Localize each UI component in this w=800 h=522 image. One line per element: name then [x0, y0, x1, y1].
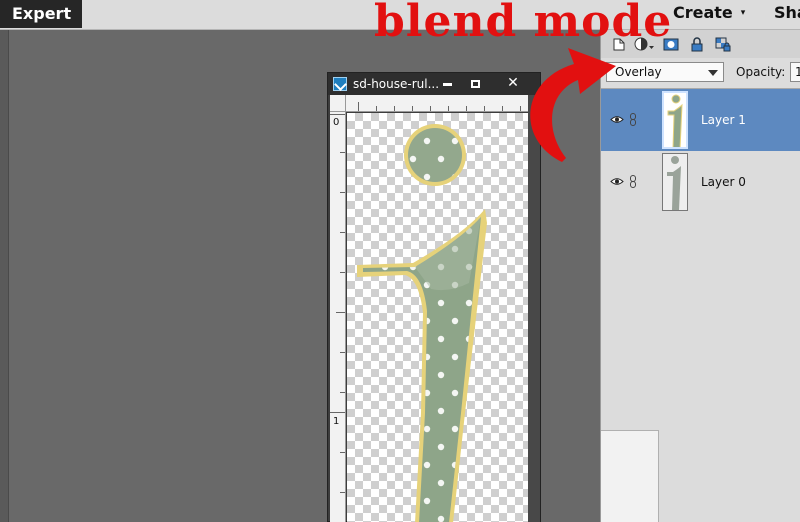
opacity-label: Opacity:: [736, 65, 786, 79]
panel-lower-area: [601, 430, 659, 522]
horizontal-ruler[interactable]: [346, 95, 528, 112]
layer-name: Layer 1: [701, 113, 746, 127]
eye-icon[interactable]: [610, 177, 624, 186]
opacity-input[interactable]: 100%: [790, 62, 800, 82]
chevron-down-icon: [708, 70, 718, 76]
vertical-ruler[interactable]: 0 1: [330, 112, 346, 522]
maximize-icon: [470, 80, 480, 88]
document-titlebar[interactable]: sd-house-rul... ✕: [328, 73, 540, 95]
lock-transparent-icon[interactable]: [715, 37, 731, 52]
share-menu[interactable]: Share: [774, 3, 800, 22]
mode-tab-expert[interactable]: Expert: [0, 0, 82, 28]
minimize-button[interactable]: [435, 75, 459, 92]
app-document-icon: [333, 77, 347, 91]
document-title: sd-house-rul...: [353, 77, 440, 91]
letter-i-artwork: [357, 124, 487, 522]
chevron-down-icon: ▾: [740, 8, 746, 18]
layer-thumbnail: [662, 153, 688, 211]
lock-all-icon[interactable]: [689, 37, 705, 52]
ruler-corner: [330, 95, 346, 112]
image-canvas[interactable]: [347, 113, 528, 522]
annotation-arrow-icon: [530, 48, 616, 162]
ruler-mark-1: 1: [333, 416, 340, 427]
minimize-icon: [442, 82, 452, 86]
document-window: sd-house-rul... ✕ 0 1: [327, 72, 541, 522]
create-menu-label: Create: [673, 3, 733, 22]
layer-thumbnail: [662, 91, 688, 149]
create-menu[interactable]: Create ▾: [673, 3, 745, 22]
left-panel-edge: [0, 30, 9, 522]
ruler-mark-0: 0: [333, 117, 340, 128]
link-icon[interactable]: [629, 175, 637, 188]
layer-name: Layer 0: [701, 175, 746, 189]
maximize-button[interactable]: [463, 75, 487, 92]
